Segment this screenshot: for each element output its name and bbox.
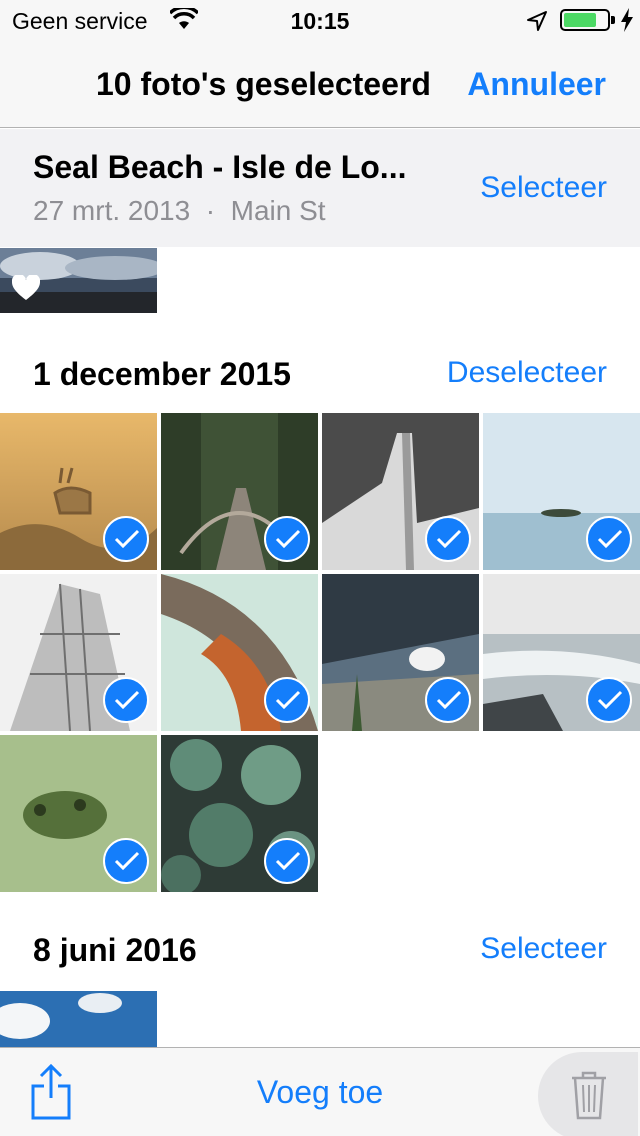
photo-thumbnail[interactable] — [322, 413, 479, 570]
photo-thumbnail[interactable] — [161, 574, 318, 731]
moment-separator: · — [205, 195, 216, 226]
moment-location: Main St — [230, 195, 326, 226]
deselect-button[interactable]: Deselecteer — [447, 356, 607, 390]
select-button[interactable]: Selecteer — [480, 932, 607, 966]
moment-date: 27 mrt. 2013 · Main St — [33, 195, 326, 227]
delete-button[interactable] — [538, 1052, 638, 1136]
moment-title: 8 juni 2016 — [33, 932, 197, 968]
selected-check-icon — [103, 516, 149, 562]
selected-check-icon — [103, 677, 149, 723]
photo-thumbnail[interactable] — [161, 413, 318, 570]
battery-icon — [560, 9, 610, 31]
photo-thumbnail[interactable] — [483, 574, 640, 731]
battery-cap — [611, 16, 615, 24]
selected-check-icon — [264, 516, 310, 562]
status-bar: Geen service 10:15 — [0, 0, 640, 40]
location-icon — [527, 11, 547, 31]
moment-date-text: 27 mrt. 2013 — [33, 195, 191, 226]
selected-check-icon — [425, 677, 471, 723]
moment-title: Seal Beach - Isle de Lo... — [33, 149, 407, 185]
selected-check-icon — [264, 838, 310, 884]
selected-check-icon — [103, 838, 149, 884]
photo-thumbnail[interactable] — [0, 413, 157, 570]
selected-check-icon — [264, 677, 310, 723]
select-button[interactable]: Selecteer — [480, 171, 607, 205]
navigation-bar: 10 foto's geselecteerd Annuleer — [0, 40, 640, 128]
photo-thumbnail[interactable] — [0, 735, 157, 892]
photo-thumbnail[interactable] — [0, 991, 157, 1047]
moment-header-dec-2015: 1 december 2015 Deselecteer — [0, 330, 640, 410]
selected-check-icon — [586, 516, 632, 562]
moment-header-jun-2016: 8 juni 2016 Selecteer — [0, 908, 640, 988]
photo-thumbnail[interactable] — [322, 574, 479, 731]
photo-thumbnail[interactable] — [483, 413, 640, 570]
charging-icon — [621, 8, 633, 32]
bottom-toolbar: Voeg toe — [0, 1047, 640, 1136]
photo-thumbnail[interactable] — [161, 735, 318, 892]
moment-header-seal-beach: Seal Beach - Isle de Lo... 27 mrt. 2013 … — [0, 129, 640, 247]
selected-check-icon — [586, 677, 632, 723]
selected-check-icon — [425, 516, 471, 562]
moment-title: 1 december 2015 — [33, 356, 291, 392]
trash-icon — [572, 1071, 606, 1120]
favorite-heart-icon — [12, 275, 40, 300]
page-title: 10 foto's geselecteerd — [96, 66, 431, 102]
photo-thumbnail[interactable] — [0, 574, 157, 731]
photo-thumbnail[interactable] — [0, 248, 157, 313]
cancel-button[interactable]: Annuleer — [467, 66, 606, 103]
